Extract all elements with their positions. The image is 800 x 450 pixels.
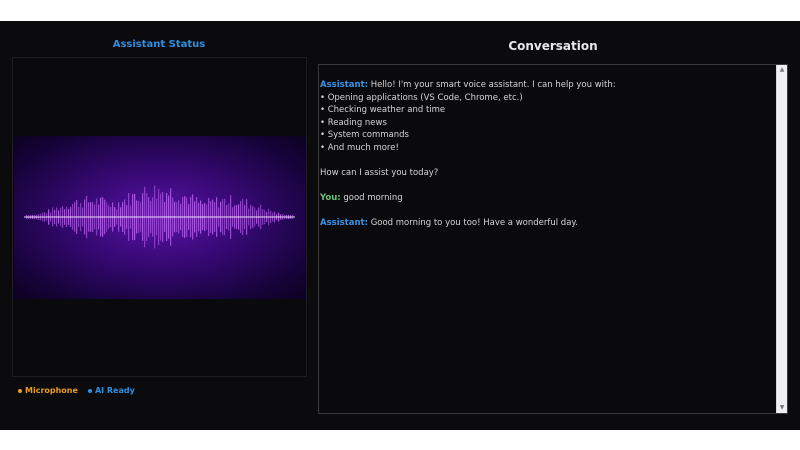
conversation-textbox[interactable]: Assistant: Hello! I'm your smart voice a… <box>318 64 788 414</box>
bullet-item: • System commands <box>320 130 409 140</box>
bullet-item: • Checking weather and time <box>320 105 446 115</box>
bullet-item: • Reading news <box>320 117 387 128</box>
conversation-title: Conversation <box>508 39 598 53</box>
user-message: You: good morning <box>320 192 775 205</box>
assistant-role-label: Assistant: <box>320 217 368 228</box>
vertical-scrollbar[interactable]: ▲ ▼ <box>776 65 787 413</box>
assistant-message: Assistant: Hello! I'm your smart voice a… <box>320 79 775 154</box>
bullet-item: • And much more! <box>320 142 399 153</box>
ai-ready-label: AI Ready <box>94 386 135 395</box>
microphone-indicator: Microphone <box>18 386 78 395</box>
scroll-down-icon[interactable]: ▼ <box>777 403 787 413</box>
microphone-dot-icon <box>18 388 22 393</box>
status-indicators: Microphone AI Ready <box>18 386 135 395</box>
conversation-content: Assistant: Hello! I'm your smart voice a… <box>320 79 775 242</box>
user-role-label: You: <box>320 192 341 203</box>
assistant-message: Assistant: Good morning to you too! Have… <box>320 217 775 230</box>
assistant-question: How can I assist you today? <box>320 167 439 178</box>
sound-wave-image <box>14 136 305 299</box>
assistant-role-label: Assistant: <box>320 80 368 90</box>
microphone-label: Microphone <box>25 386 78 395</box>
ai-ready-indicator: AI Ready <box>87 386 135 395</box>
bullet-item: • Opening applications (VS Code, Chrome,… <box>320 92 523 103</box>
message-text: good morning <box>343 192 403 203</box>
status-panel <box>12 57 307 377</box>
message-text: Good morning to you too! Have a wonderfu… <box>370 217 578 228</box>
message-text: Hello! I'm your smart voice assistant. I… <box>370 80 616 90</box>
status-title: Assistant Status <box>112 39 206 50</box>
voice-assistant-window: Assistant Status Microphone AI Ready Con… <box>0 21 800 430</box>
ai-ready-dot-icon <box>87 388 92 393</box>
scroll-up-icon[interactable]: ▲ <box>777 65 787 75</box>
